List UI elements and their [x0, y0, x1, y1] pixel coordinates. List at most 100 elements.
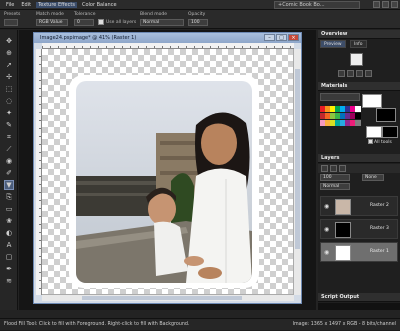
zoom-out-icon[interactable]	[338, 70, 345, 77]
layer-row[interactable]: ◉ Raster 3	[320, 219, 398, 239]
use-all-layers-label: Use all layers	[106, 20, 137, 25]
layer-name: Raster 1	[370, 249, 389, 254]
pen-tool-icon[interactable]: ✒	[4, 264, 14, 274]
eye-icon[interactable]: ◉	[324, 226, 329, 233]
zoom-tool-icon[interactable]: ⊕	[4, 48, 14, 58]
layer-opacity-field[interactable]: 100	[320, 174, 350, 181]
actual-size-icon[interactable]	[365, 70, 372, 77]
status-tool-hint: Flood Fill Tool: Click to fill with Fore…	[4, 322, 190, 327]
script-output-pane	[318, 303, 400, 310]
blend-mode-select[interactable]: Normal	[140, 19, 184, 26]
picture-tube-icon[interactable]: ❀	[4, 216, 14, 226]
selection-tool-icon[interactable]: ⬚	[4, 84, 14, 94]
script-output-title: Script Output	[318, 293, 400, 302]
use-all-layers-checkbox[interactable]	[98, 19, 104, 25]
foreground-material-swatch[interactable]	[366, 126, 382, 138]
red-eye-tool-icon[interactable]: ◉	[4, 156, 14, 166]
color-swatch[interactable]	[355, 113, 361, 119]
straighten-tool-icon[interactable]: ⟋	[4, 144, 14, 154]
paint-brush-icon[interactable]: ✐	[4, 168, 14, 178]
clone-brush-icon[interactable]: ⎘	[4, 192, 14, 202]
freehand-selection-icon[interactable]: ◌	[4, 96, 14, 106]
warp-brush-icon[interactable]: ≋	[4, 276, 14, 286]
overview-palette-title: Overview	[318, 30, 400, 39]
menu-edit[interactable]: Edit	[19, 2, 33, 8]
flood-fill-icon[interactable]: ▼	[4, 180, 14, 190]
horizontal-scroll-thumb[interactable]	[82, 296, 242, 300]
match-mode-select[interactable]: RGB Value	[36, 19, 68, 26]
workspace-area: Image24.pspimage* @ 41% (Raster 1) – □ ×	[19, 30, 316, 310]
status-image-info: Image: 1365 x 1497 x RGB - 8 bits/channe…	[292, 322, 396, 327]
pick-tool-icon[interactable]: ➚	[4, 60, 14, 70]
vertical-scrollbar[interactable]	[293, 49, 301, 295]
close-icon[interactable]	[391, 1, 398, 8]
tools-palette: ✥ ⊕ ➚ ✢ ⬚ ◌ ✦ ✎ ⌗ ⟋ ◉ ✐ ▼ ⎘ ▭ ❀ ◐ A ▢ ✒ …	[0, 30, 18, 310]
all-tools-checkbox[interactable]	[368, 139, 373, 144]
layer-properties-icon[interactable]	[330, 165, 337, 172]
all-tools-label: All tools	[374, 140, 392, 145]
window-controls	[373, 1, 398, 8]
tab-preview[interactable]: Preview	[320, 40, 346, 48]
zoom-in-icon[interactable]	[347, 70, 354, 77]
color-swatches[interactable]	[320, 106, 361, 148]
new-layer-icon[interactable]	[321, 165, 328, 172]
maximize-icon[interactable]	[382, 1, 389, 8]
match-mode-label: Match mode	[36, 12, 64, 17]
right-palettes: Overview Preview Info Materials All tool…	[318, 30, 400, 310]
document-window: Image24.pspimage* @ 41% (Raster 1) – □ ×	[33, 32, 302, 304]
tolerance-input[interactable]: 0	[74, 19, 94, 26]
layer-blend-mode-select[interactable]: Normal	[320, 183, 350, 190]
layer-lock-select[interactable]: None	[362, 174, 384, 181]
pan-tool-icon[interactable]: ✥	[4, 36, 14, 46]
eye-icon[interactable]: ◉	[324, 249, 329, 256]
menu-bar: File Edit Texture Effects Color Balance …	[0, 0, 400, 10]
text-tool-icon[interactable]: A	[4, 240, 14, 250]
magic-wand-icon[interactable]: ✦	[4, 108, 14, 118]
menu-color-balance[interactable]: Color Balance	[80, 2, 119, 8]
materials-palette-title: Materials	[318, 82, 400, 91]
dropper-icon[interactable]: ✎	[4, 120, 14, 130]
overview-controls	[338, 70, 372, 77]
move-tool-icon[interactable]: ✢	[4, 72, 14, 82]
dodge-tool-icon[interactable]: ◐	[4, 228, 14, 238]
doc-maximize-icon[interactable]: □	[276, 34, 287, 41]
tab-info[interactable]: Info	[350, 40, 367, 48]
crop-tool-icon[interactable]: ⌗	[4, 132, 14, 142]
color-swatch[interactable]	[355, 106, 361, 112]
horizontal-scrollbar[interactable]	[42, 294, 294, 301]
doc-minimize-icon[interactable]: –	[264, 34, 275, 41]
photo-illustration	[76, 81, 252, 283]
status-bar: Flood Fill Tool: Click to fill with Fore…	[0, 318, 400, 330]
eraser-icon[interactable]: ▭	[4, 204, 14, 214]
foreground-color-swatch[interactable]	[362, 94, 382, 108]
materials-tabs[interactable]	[320, 93, 360, 101]
blend-mode-label: Blend mode	[140, 12, 168, 17]
vertical-scroll-thumb[interactable]	[295, 69, 300, 249]
effects-search-box[interactable]: +Comic Book Bo...	[274, 1, 360, 9]
layer-thumbnail	[335, 199, 351, 215]
minimize-icon[interactable]	[373, 1, 380, 8]
background-color-swatch[interactable]	[376, 108, 396, 122]
background-material-swatch[interactable]	[382, 126, 398, 138]
layers-palette-title: Layers	[318, 154, 400, 163]
image-canvas[interactable]	[42, 49, 294, 295]
layer-row[interactable]: ◉ Raster 2	[320, 196, 398, 216]
eye-icon[interactable]: ◉	[324, 203, 329, 210]
app-window: File Edit Texture Effects Color Balance …	[0, 0, 400, 330]
photo-image	[76, 81, 252, 283]
photo-frame	[69, 75, 259, 288]
preset-shape-icon[interactable]: ▢	[4, 252, 14, 262]
color-swatch[interactable]	[355, 120, 361, 126]
doc-close-icon[interactable]: ×	[288, 34, 299, 41]
fit-icon[interactable]	[356, 70, 363, 77]
menu-texture-effects[interactable]: Texture Effects	[36, 1, 77, 8]
opacity-label: Opacity	[188, 12, 206, 17]
layer-name: Raster 3	[370, 226, 389, 231]
opacity-input[interactable]: 100	[188, 19, 208, 26]
layers-toolbar	[318, 164, 400, 173]
menu-file[interactable]: File	[4, 2, 16, 8]
delete-layer-icon[interactable]	[339, 165, 346, 172]
layer-row[interactable]: ◉ Raster 1	[320, 242, 398, 262]
presets-dropdown[interactable]	[4, 19, 18, 26]
overview-thumbnail[interactable]	[350, 53, 363, 66]
